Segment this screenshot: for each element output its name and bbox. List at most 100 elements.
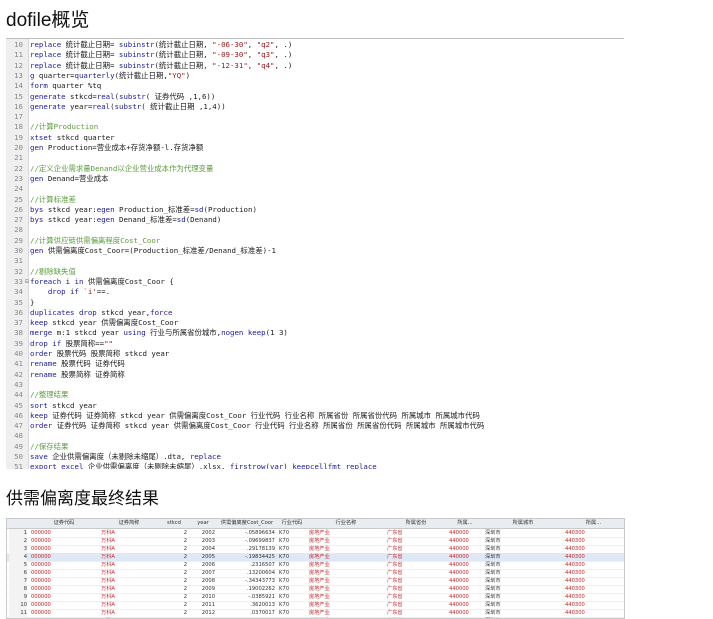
table-cell[interactable]: 2 [161, 609, 187, 617]
table-cell[interactable]: 广东省 [387, 577, 445, 585]
table-cell[interactable]: K70 [279, 585, 305, 593]
table-cell[interactable]: 广东省 [387, 553, 445, 561]
table-cell[interactable]: 440300 [565, 569, 622, 577]
table-cell[interactable]: 深圳市 [485, 593, 561, 601]
table-cell[interactable]: 深圳市 [485, 545, 561, 553]
table-cell[interactable]: 万科A [101, 601, 157, 609]
column-header[interactable]: 所属城市 [483, 519, 563, 528]
column-header[interactable]: 行业名称 [307, 519, 385, 528]
table-cell[interactable]: 广东省 [387, 593, 445, 601]
table-cell[interactable]: K70 [279, 529, 305, 537]
table-cell[interactable]: 2003 [191, 537, 215, 545]
table-cell[interactable]: 房地产业 [309, 553, 383, 561]
table-cell[interactable]: 房地产业 [309, 577, 383, 585]
table-cell[interactable]: 房地产业 [309, 593, 383, 601]
table-cell[interactable]: 440300 [565, 529, 622, 537]
table-cell[interactable]: .29178139 [219, 545, 275, 553]
table-cell[interactable]: 万科A [101, 585, 157, 593]
table-cell[interactable]: 万科A [101, 577, 157, 585]
table-cell[interactable]: K70 [279, 593, 305, 601]
table-cell[interactable]: 440300 [565, 593, 622, 601]
row-index[interactable]: 11 [9, 609, 27, 617]
table-cell[interactable]: K70 [279, 601, 305, 609]
table-cell[interactable]: 深圳市 [485, 609, 561, 617]
column-header[interactable]: 供需偏离度Cost_Coor [217, 519, 277, 528]
table-cell[interactable]: 万科A [101, 537, 157, 545]
table-cell[interactable]: K70 [279, 569, 305, 577]
table-cell[interactable]: K70 [279, 553, 305, 561]
table-cell[interactable]: 000000 [31, 529, 97, 537]
table-cell[interactable]: 房地产业 [309, 569, 383, 577]
table-cell[interactable]: 广东省 [387, 569, 445, 577]
table-cell[interactable]: 440300 [565, 585, 622, 593]
table-cell[interactable]: .3620013 [219, 601, 275, 609]
table-cell[interactable]: 广东省 [387, 585, 445, 593]
row-index[interactable]: 5 [9, 561, 27, 569]
table-cell[interactable]: 440000 [449, 593, 481, 601]
table-cell[interactable]: 440300 [565, 537, 622, 545]
table-cell[interactable]: 000000 [31, 593, 97, 601]
table-cell[interactable]: K70 [279, 545, 305, 553]
table-cell[interactable]: 2009 [191, 585, 215, 593]
table-cell[interactable]: 440000 [449, 545, 481, 553]
table-cell[interactable]: 440000 [449, 529, 481, 537]
table-cell[interactable]: 深圳市 [485, 529, 561, 537]
fold-toggle-icon[interactable]: ⊟ [25, 277, 29, 287]
table-cell[interactable]: -.09699837 [219, 537, 275, 545]
table-cell[interactable]: 2 [161, 545, 187, 553]
column-header[interactable]: 所属省份 [385, 519, 447, 528]
table-cell[interactable]: 2 [161, 537, 187, 545]
table-cell[interactable]: .2316507 [219, 561, 275, 569]
table-cell[interactable]: 房地产业 [309, 537, 383, 545]
table-cell[interactable]: 深圳市 [485, 585, 561, 593]
table-cell[interactable]: 2007 [191, 569, 215, 577]
table-cell[interactable]: 000000 [31, 609, 97, 617]
table-cell[interactable]: 万科A [101, 529, 157, 537]
table-cell[interactable]: 广东省 [387, 537, 445, 545]
column-header[interactable]: 证券简称 [99, 519, 159, 528]
table-cell[interactable]: 000000 [31, 545, 97, 553]
table-cell[interactable]: 440300 [565, 561, 622, 569]
row-index[interactable]: 9 [9, 593, 27, 601]
column-header[interactable]: 行业代码 [277, 519, 307, 528]
row-index[interactable]: 7 [9, 577, 27, 585]
table-cell[interactable]: 深圳市 [485, 561, 561, 569]
table-cell[interactable]: 440000 [449, 553, 481, 561]
table-cell[interactable]: 深圳市 [485, 577, 561, 585]
table-cell[interactable]: -.0385921 [219, 593, 275, 601]
row-index[interactable]: 1 [9, 529, 27, 537]
table-cell[interactable]: 房地产业 [309, 585, 383, 593]
table-cell[interactable]: -.34343773 [219, 577, 275, 585]
table-cell[interactable]: 2005 [191, 553, 215, 561]
table-cell[interactable]: K70 [279, 577, 305, 585]
table-cell[interactable]: 2 [161, 529, 187, 537]
table-cell[interactable]: 房地产业 [309, 545, 383, 553]
table-cell[interactable]: 万科A [101, 593, 157, 601]
table-cell[interactable]: .19002262 [219, 585, 275, 593]
table-cell[interactable]: 广东省 [387, 529, 445, 537]
column-header[interactable]: stkcd [159, 519, 189, 528]
table-cell[interactable]: 000000 [31, 577, 97, 585]
row-index[interactable]: 6 [9, 569, 27, 577]
table-cell[interactable]: 2002 [191, 529, 215, 537]
table-cell[interactable]: 440000 [449, 561, 481, 569]
table-cell[interactable]: 万科A [101, 545, 157, 553]
table-cell[interactable]: 000000 [31, 569, 97, 577]
table-cell[interactable]: -.05896634 [219, 529, 275, 537]
table-cell[interactable]: 440300 [565, 609, 622, 617]
table-cell[interactable]: 广东省 [387, 545, 445, 553]
column-header[interactable] [7, 519, 29, 528]
table-cell[interactable]: 2 [161, 569, 187, 577]
table-cell[interactable]: 440000 [449, 585, 481, 593]
table-cell[interactable]: K70 [279, 561, 305, 569]
row-index[interactable]: 8 [9, 585, 27, 593]
table-cell[interactable]: 广东省 [387, 601, 445, 609]
table-cell[interactable]: K70 [279, 537, 305, 545]
table-cell[interactable]: 万科A [101, 553, 157, 561]
table-cell[interactable]: 2010 [191, 593, 215, 601]
table-cell[interactable]: K70 [279, 609, 305, 617]
table-cell[interactable]: 440000 [449, 537, 481, 545]
table-cell[interactable]: 000000 [31, 601, 97, 609]
table-cell[interactable]: 2006 [191, 561, 215, 569]
table-cell[interactable]: 深圳市 [485, 601, 561, 609]
